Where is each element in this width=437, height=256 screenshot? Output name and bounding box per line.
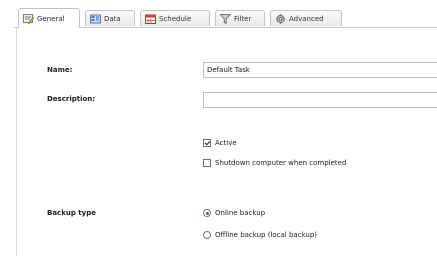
- gear-icon: [275, 13, 286, 24]
- general-icon: [23, 13, 34, 24]
- panel-left-border: [16, 27, 17, 256]
- active-checkbox-row[interactable]: Active: [203, 139, 237, 147]
- active-label: Active: [215, 139, 237, 147]
- tab-data[interactable]: Data: [85, 10, 135, 26]
- offline-backup-radio[interactable]: [203, 231, 211, 239]
- name-field-value: Default Task: [207, 66, 250, 74]
- calendar-icon: [145, 14, 156, 24]
- offline-backup-label: Offline backup (local backup): [215, 231, 318, 239]
- data-icon: [90, 14, 101, 24]
- name-label: Name:: [47, 66, 73, 74]
- offline-backup-radio-row[interactable]: Offline backup (local backup): [203, 231, 317, 239]
- tab-data-label: Data: [104, 14, 121, 23]
- name-field[interactable]: Default Task: [203, 62, 437, 78]
- shutdown-label: Shutdown computer when completed: [215, 159, 347, 167]
- online-backup-label: Online backup: [215, 209, 266, 217]
- tab-filter-label: Filter: [234, 14, 252, 23]
- tab-filter[interactable]: Filter: [215, 10, 265, 26]
- online-backup-radio-row[interactable]: Online backup: [203, 209, 265, 217]
- filter-icon: [220, 13, 231, 24]
- online-backup-radio[interactable]: [203, 209, 211, 217]
- tab-schedule-label: Schedule: [159, 14, 192, 23]
- description-field[interactable]: [203, 92, 437, 108]
- shutdown-checkbox-row[interactable]: Shutdown computer when completed: [203, 159, 346, 167]
- tab-advanced-label: Advanced: [289, 14, 324, 23]
- backup-type-label: Backup type: [47, 209, 96, 217]
- shutdown-checkbox[interactable]: [203, 159, 211, 167]
- description-label: Description:: [47, 95, 96, 103]
- tab-advanced[interactable]: Advanced: [270, 10, 342, 26]
- tab-schedule[interactable]: Schedule: [140, 10, 210, 26]
- active-checkbox[interactable]: [203, 139, 211, 147]
- task-settings-panel: General Data Schedule Filter Advanced Na…: [0, 0, 437, 256]
- tab-general[interactable]: General: [18, 8, 80, 28]
- tab-general-label: General: [37, 14, 65, 23]
- tab-strip: General Data Schedule Filter Advanced: [14, 8, 437, 28]
